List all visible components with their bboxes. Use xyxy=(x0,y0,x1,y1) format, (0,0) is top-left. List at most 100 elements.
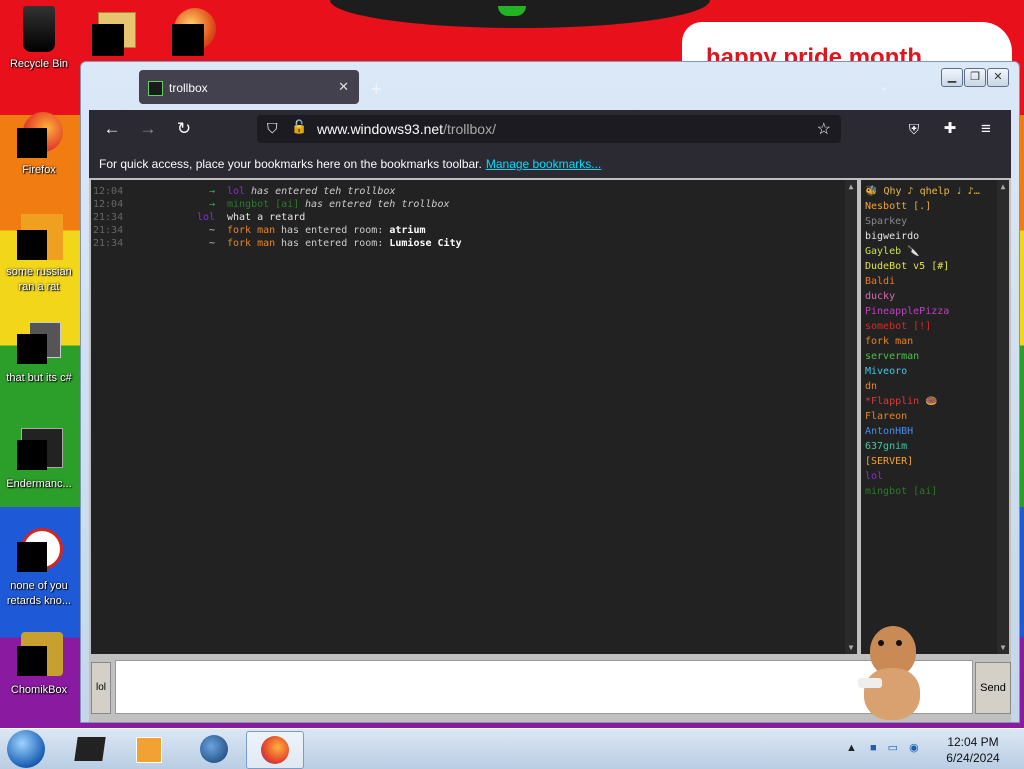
chat-scrollbar[interactable]: ▲ ▼ xyxy=(845,180,857,654)
message-nick[interactable]: fork man xyxy=(227,225,275,236)
bookmarks-hint: For quick access, place your bookmarks h… xyxy=(99,157,482,171)
desktop-icon-label: Endermanc... xyxy=(6,478,72,490)
message-text: has entered teh trollbox xyxy=(251,186,396,197)
user-list-item[interactable]: DudeBot v5 [#] xyxy=(865,261,949,272)
app-icon xyxy=(15,426,63,474)
desktop-icon-that-but-csharp[interactable]: that but its c# xyxy=(0,320,78,386)
tray-app-icon[interactable]: ■ xyxy=(870,742,877,754)
taskbar-item-media[interactable] xyxy=(122,731,178,767)
desktop-icon-label: ChomikBox xyxy=(10,684,68,696)
message-nick[interactable]: lol xyxy=(227,186,245,197)
send-button[interactable]: Send xyxy=(975,662,1011,714)
user-list-item[interactable]: Baldi xyxy=(865,276,895,287)
room-text: has entered room: xyxy=(281,238,384,249)
room-name: atrium xyxy=(389,225,426,236)
extensions-icon[interactable]: ✚ xyxy=(939,119,961,139)
user-list-item[interactable]: PineapplePizza xyxy=(865,306,949,317)
taskbar-item-globe[interactable] xyxy=(186,731,242,767)
user-list-item[interactable]: Flareon xyxy=(865,411,907,422)
user-list-item[interactable]: [SERVER] xyxy=(865,456,913,467)
message-text: has entered teh trollbox xyxy=(305,199,450,210)
user-list-item[interactable]: somebot [!] xyxy=(865,321,931,332)
navigation-toolbar: ← → ↻ ⛉ 🔓 www.windows93.net/trollbox/ ☆ … xyxy=(89,110,1011,148)
reload-icon[interactable]: ↻ xyxy=(173,119,195,139)
user-list-item[interactable]: mingbot [ai] xyxy=(865,486,937,497)
tab-close-icon[interactable]: ✕ xyxy=(338,79,349,95)
desktop-icon-app[interactable] xyxy=(168,8,216,56)
pocket-icon[interactable]: ⛨ xyxy=(903,119,925,139)
desktop-icon-enderman[interactable]: Endermanc... xyxy=(0,426,78,492)
room-text: has entered room: xyxy=(281,225,384,236)
message-text: has entered room: atrium xyxy=(281,225,425,236)
menu-icon[interactable]: ≡ xyxy=(975,119,997,139)
message-nick[interactable]: fork man xyxy=(227,238,275,249)
join-arrow-icon: → xyxy=(209,199,216,210)
user-list-item[interactable]: AntonHBH xyxy=(865,426,913,437)
message-nick[interactable]: mingbot [ai] xyxy=(227,199,299,210)
network-icon[interactable]: ▭ xyxy=(888,742,898,754)
desktop-icon-chomikbox[interactable]: ChomikBox xyxy=(0,632,78,698)
url-text[interactable]: www.windows93.net/trollbox/ xyxy=(317,121,496,137)
join-arrow-icon: → xyxy=(209,186,216,197)
taskbar-item-app1[interactable] xyxy=(62,731,118,767)
manage-bookmarks-link[interactable]: Manage bookmarks... xyxy=(486,157,601,171)
forward-arrow-icon[interactable]: → xyxy=(137,119,159,139)
list-tabs-icon[interactable]: ⌄ xyxy=(879,80,888,93)
user-list-item[interactable]: 🐝 Qhy ♪ qhelp ♩ ♪… xyxy=(865,186,980,197)
clock-date: 6/24/2024 xyxy=(946,751,1000,765)
message-time: 21:34 xyxy=(93,225,124,236)
desktop-icon-label: Firefox xyxy=(22,164,56,176)
nickname-button[interactable]: lol xyxy=(91,662,111,714)
desktop-icon-folder[interactable] xyxy=(88,8,136,56)
shield-icon[interactable]: ⛉ xyxy=(267,120,278,137)
tab-title: trollbox xyxy=(169,81,208,95)
back-arrow-icon[interactable]: ← xyxy=(101,119,123,139)
browser-window: ▁ ❐ ✕ trollbox ✕ + ⌄ ← → ↻ ⛉ 🔓 www.windo… xyxy=(80,61,1020,723)
file-icon xyxy=(15,214,63,262)
new-tab-button[interactable]: + xyxy=(371,79,382,100)
user-list-item[interactable]: fork man xyxy=(865,336,913,347)
trollbox-user-list: 🐝 Qhy ♪ qhelp ♩ ♪… Nesbott [.] Sparkey bigw… xyxy=(861,180,1009,654)
show-hidden-icons[interactable]: ▲ xyxy=(846,742,857,754)
room-tilde-icon: ~ xyxy=(209,238,216,249)
desktop-icon-none-of-you[interactable]: none of you retards kno... xyxy=(0,528,78,609)
recycle-bin-icon xyxy=(15,6,63,54)
taskbar: ▲ ■ ▭ ◉ 12:04 PM 6/24/2024 xyxy=(0,728,1024,769)
user-list-item[interactable]: bigweirdo xyxy=(865,231,919,242)
user-list-item[interactable]: Miveoro xyxy=(865,366,907,377)
user-list-item[interactable]: Gayleb 🔪 xyxy=(865,246,920,257)
user-list-item[interactable]: Sparkey xyxy=(865,216,907,227)
desktop-icon-label: Recycle Bin xyxy=(9,58,69,70)
user-list-item[interactable]: lol xyxy=(865,471,883,482)
user-list-item[interactable]: 637gnim xyxy=(865,441,907,452)
start-button[interactable] xyxy=(7,730,45,768)
user-list-item[interactable]: *Flapplin 🍩 xyxy=(865,396,938,407)
firefox-icon xyxy=(15,112,63,160)
tab-trollbox[interactable]: trollbox ✕ xyxy=(139,70,359,104)
user-list-item[interactable]: ducky xyxy=(865,291,895,302)
address-bar[interactable]: ⛉ 🔓 www.windows93.net/trollbox/ ☆ xyxy=(257,115,841,143)
user-list-item[interactable]: dn xyxy=(865,381,877,392)
desktop-icon-recycle-bin[interactable]: Recycle Bin xyxy=(0,6,78,72)
desktop-icon-label: that but its c# xyxy=(6,372,72,384)
desktop-icon-russian-rat[interactable]: some russian ran a rat xyxy=(0,214,78,295)
user-list-item[interactable]: Nesbott [.] xyxy=(865,201,931,212)
desktop-icon-firefox[interactable]: Firefox xyxy=(0,112,78,178)
userlist-scrollbar[interactable]: ▲ ▼ xyxy=(997,180,1009,654)
folder-icon xyxy=(15,320,63,368)
message-text: has entered room: Lumiose City xyxy=(281,238,462,249)
volume-icon[interactable]: ◉ xyxy=(909,742,919,754)
message-time: 21:34 xyxy=(93,212,124,223)
insecure-lock-icon[interactable]: 🔓 xyxy=(291,119,307,135)
message-nick[interactable]: lol xyxy=(197,212,215,223)
user-list-item[interactable]: serverman xyxy=(865,351,919,362)
message-time: 12:04 xyxy=(93,186,124,197)
chomikbox-icon xyxy=(15,632,63,680)
bookmark-star-icon[interactable]: ☆ xyxy=(817,119,831,139)
message-input[interactable] xyxy=(115,660,973,714)
taskbar-item-firefox[interactable] xyxy=(246,731,304,769)
clock[interactable]: 12:04 PM 6/24/2024 xyxy=(938,734,1008,766)
message-text: what a retard xyxy=(227,212,306,223)
bookmarks-toolbar: For quick access, place your bookmarks h… xyxy=(89,148,1011,178)
desktop-icon-label: none of you retards kno... xyxy=(6,580,72,607)
